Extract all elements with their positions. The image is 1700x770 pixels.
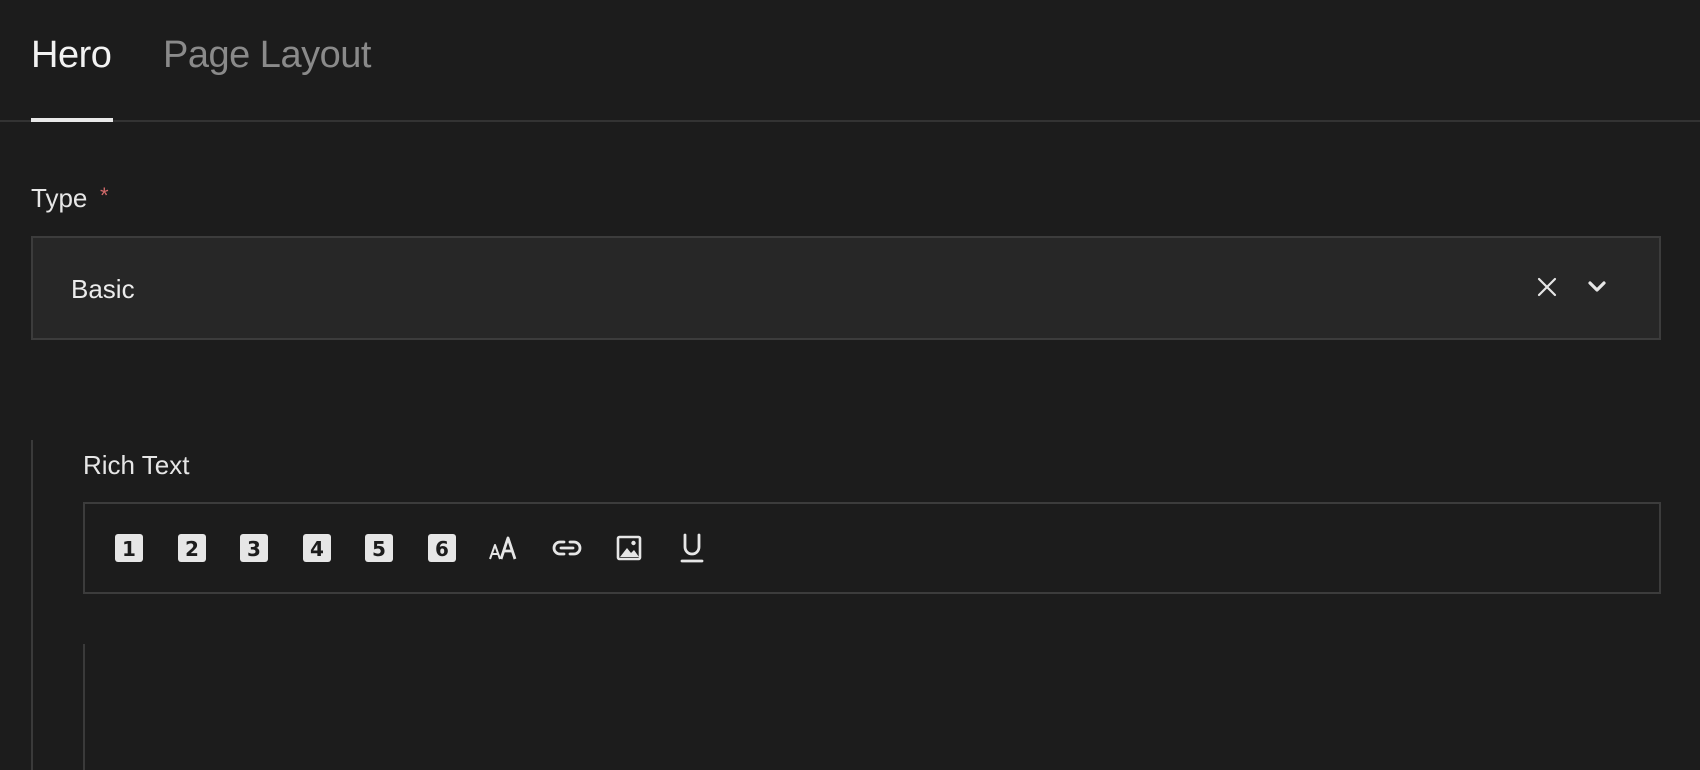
tab-page-layout[interactable]: Page Layout	[163, 32, 371, 78]
heading-2-icon[interactable]: 2	[176, 532, 208, 564]
heading-6-icon[interactable]: 6	[426, 532, 458, 564]
type-field-label: Type	[31, 183, 88, 213]
svg-text:6: 6	[435, 537, 449, 561]
svg-text:4: 4	[310, 537, 324, 561]
svg-text:5: 5	[372, 537, 386, 561]
underline-icon[interactable]	[676, 532, 708, 564]
link-icon[interactable]	[551, 532, 583, 564]
font-size-icon[interactable]	[488, 532, 520, 564]
heading-3-icon[interactable]: 3	[238, 532, 270, 564]
close-icon[interactable]	[1536, 276, 1558, 298]
svg-text:1: 1	[122, 537, 136, 561]
tab-bar: Hero Page Layout	[0, 0, 1700, 122]
rich-text-label: Rich Text	[83, 450, 190, 480]
heading-5-icon[interactable]: 5	[363, 532, 395, 564]
image-icon[interactable]	[613, 532, 645, 564]
svg-text:3: 3	[247, 537, 261, 561]
type-select[interactable]: Basic	[31, 236, 1661, 340]
rich-text-toolbar: 1 2 3 4 5 6	[83, 502, 1661, 594]
nested-field-border	[31, 440, 33, 770]
active-tab-indicator	[31, 118, 113, 122]
tab-hero[interactable]: Hero	[31, 32, 112, 78]
heading-4-icon[interactable]: 4	[301, 532, 333, 564]
editor-content-area[interactable]	[83, 644, 85, 770]
required-marker: *	[100, 183, 109, 208]
svg-text:2: 2	[185, 537, 199, 561]
chevron-down-icon[interactable]	[1586, 276, 1608, 298]
type-select-value: Basic	[71, 274, 135, 304]
heading-1-icon[interactable]: 1	[113, 532, 145, 564]
